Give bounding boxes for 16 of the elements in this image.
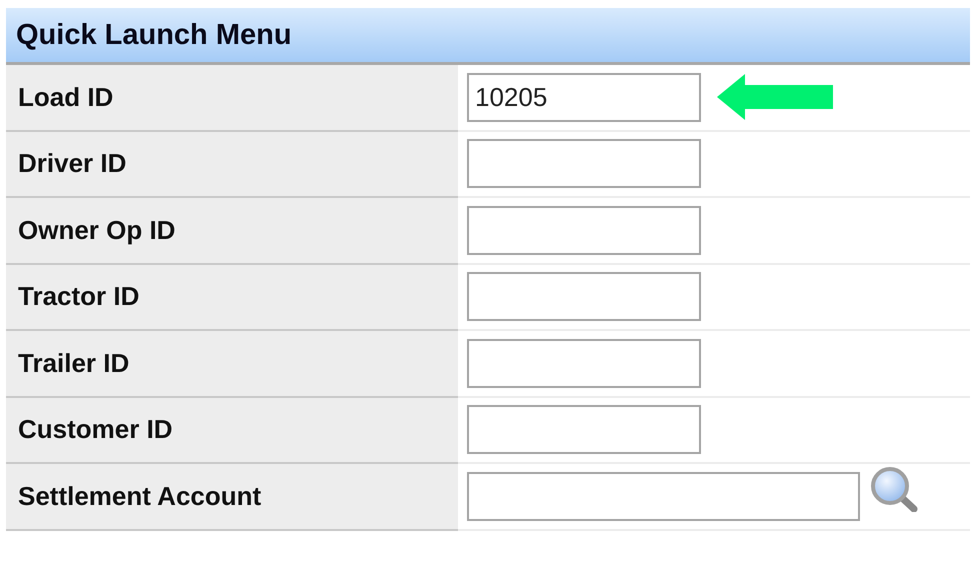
input-field[interactable] <box>467 338 701 388</box>
field-label: Settlement Account <box>18 480 262 512</box>
input-field[interactable] <box>467 272 701 322</box>
input-field[interactable] <box>467 206 701 255</box>
field-label: Owner Op ID <box>18 214 176 246</box>
field-label: Tractor ID <box>18 281 140 312</box>
field-label: Load ID <box>18 82 114 113</box>
input-field[interactable] <box>467 139 701 188</box>
input-field[interactable] <box>467 472 860 521</box>
field-label: Driver ID <box>18 148 126 180</box>
panel-title: Quick Launch Menu <box>16 18 292 52</box>
field-label: Customer ID <box>18 414 173 446</box>
field-label: Trailer ID <box>18 348 130 379</box>
search-icon[interactable] <box>870 466 918 512</box>
input-field[interactable]: 10205 <box>467 72 701 122</box>
input-field[interactable] <box>467 405 701 454</box>
